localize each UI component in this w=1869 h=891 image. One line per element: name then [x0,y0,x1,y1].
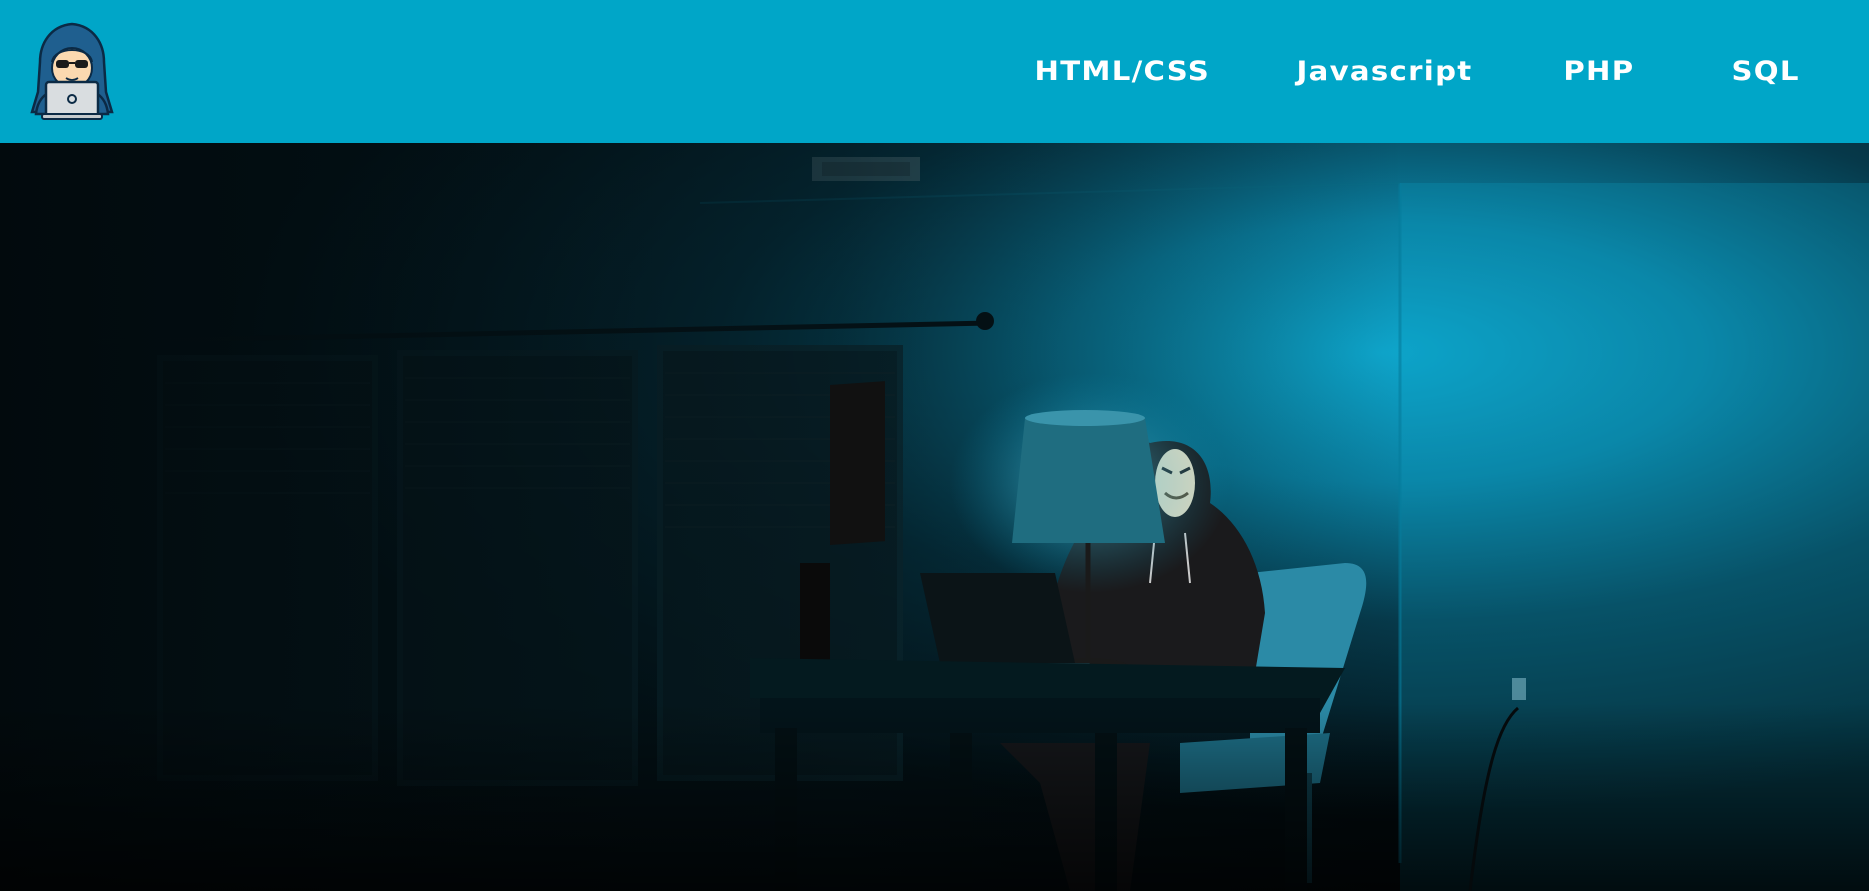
main-nav: HTML/CSS Javascript PHP SQL [991,0,1799,143]
hacker-logo-icon[interactable] [28,22,116,120]
nav-link-html-css[interactable]: HTML/CSS [980,56,1264,87]
navbar: HTML/CSS Javascript PHP SQL [0,0,1869,143]
hero-image [0,143,1869,891]
nav-link-javascript[interactable]: Javascript [1243,56,1527,87]
nav-link-sql[interactable]: SQL [1677,56,1799,87]
nav-link-php[interactable]: PHP [1509,56,1688,87]
